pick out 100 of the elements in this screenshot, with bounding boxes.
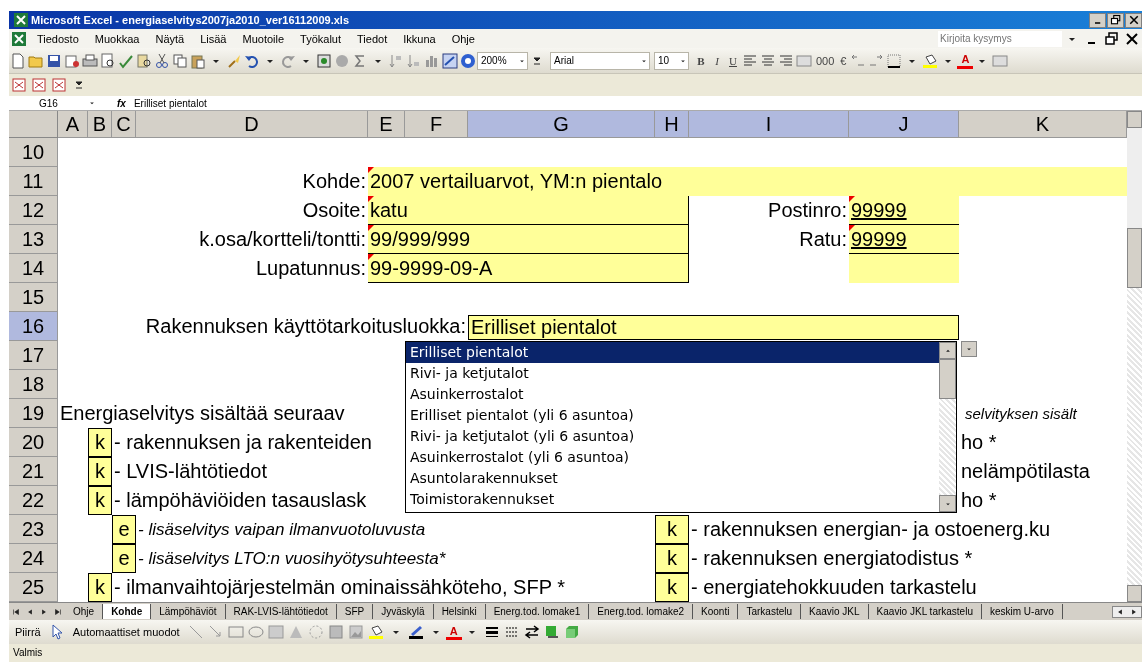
sheet-icon[interactable]	[51, 77, 67, 93]
list-option[interactable]: Asuntolarakennukset	[406, 468, 939, 489]
select-all-corner[interactable]	[9, 111, 58, 138]
column-header[interactable]: H	[655, 111, 689, 138]
list-option[interactable]: Rivi- ja ketjutalot	[406, 363, 939, 384]
number-format-button[interactable]: 000	[813, 51, 838, 70]
font-color-button[interactable]: A	[445, 624, 462, 640]
name-box[interactable]: G16	[9, 95, 99, 111]
autoshapes-menu[interactable]: Automaattiset muodot	[66, 626, 186, 638]
menu-item[interactable]: Muokkaa	[86, 32, 148, 45]
row-header[interactable]: 20	[9, 428, 58, 457]
row-header[interactable]: 23	[9, 515, 58, 544]
restore-icon[interactable]	[1104, 30, 1120, 47]
column-header[interactable]: J	[849, 111, 959, 138]
font-size-field[interactable]: 10	[654, 51, 689, 70]
line-style-icon[interactable]	[483, 624, 500, 640]
scroll-thumb[interactable]	[1127, 228, 1142, 288]
menu-item[interactable]: Ohje	[443, 32, 483, 45]
column-header[interactable]: G	[468, 111, 655, 138]
row-header[interactable]: 25	[9, 573, 58, 602]
excel-app-icon[interactable]	[13, 12, 29, 28]
column-header[interactable]: F	[405, 111, 468, 138]
format-button[interactable]: U	[725, 51, 741, 70]
horizontal-scrollbar[interactable]	[1112, 605, 1142, 618]
zoom-field[interactable]: 200%	[477, 51, 528, 70]
link-cell[interactable]: 99999	[849, 225, 959, 254]
list-option[interactable]: Toimistorakennukset	[406, 489, 939, 510]
sheet-tab[interactable]: Tarkastelu	[738, 604, 801, 619]
menu-item[interactable]: Työkalut	[292, 32, 350, 45]
font-color-button[interactable]: A	[957, 52, 974, 69]
column-header[interactable]: I	[689, 111, 849, 138]
sheet-tab[interactable]: Jyväskylä	[373, 604, 434, 619]
column-header[interactable]: A	[58, 111, 88, 138]
sheet-tab[interactable]: Energ.tod. lomake2	[589, 604, 694, 619]
row-header[interactable]: 16	[9, 312, 58, 341]
print-preview-icon[interactable]	[100, 52, 116, 69]
scrollbar[interactable]	[939, 342, 956, 512]
menu-item[interactable]: Muotoile	[234, 32, 293, 45]
sheet-icon[interactable]	[31, 77, 47, 93]
row-header[interactable]: 10	[9, 138, 58, 167]
line-color-icon[interactable]	[407, 624, 424, 640]
list-option[interactable]: Erilliset pientalot	[406, 342, 939, 363]
sheet-tab[interactable]: Kaavio JKL	[801, 604, 869, 619]
column-header[interactable]: B	[88, 111, 112, 138]
sheet-tab[interactable]: SFP	[336, 604, 374, 619]
clip-art-icon[interactable]	[327, 624, 344, 640]
formula-field[interactable]: Erilliset pientalot	[133, 97, 207, 109]
oval-icon[interactable]	[247, 624, 264, 640]
list-option[interactable]: Erilliset pientalot (yli 6 asuntoa)	[406, 405, 939, 426]
link-cell[interactable]: 99999	[849, 196, 959, 225]
help-icon[interactable]	[460, 52, 476, 69]
clipboard-icon[interactable]	[190, 52, 206, 69]
merge-cells-icon[interactable]	[992, 52, 1009, 69]
row-header[interactable]: 17	[9, 341, 58, 370]
scroll-up-button[interactable]	[1127, 111, 1142, 128]
last-sheet-icon[interactable]	[53, 606, 63, 617]
borders-icon[interactable]	[886, 52, 903, 69]
align-left-icon[interactable]	[742, 52, 758, 69]
row-header[interactable]: 18	[9, 370, 58, 399]
scissors-icon[interactable]	[154, 52, 170, 69]
row-header[interactable]: 13	[9, 225, 58, 254]
list-option[interactable]: Rivi- ja ketjutalot (yli 6 asuntoa)	[406, 426, 939, 447]
menu-item[interactable]: Ikkuna	[395, 32, 444, 45]
column-header[interactable]: C	[112, 111, 136, 138]
sheet-tab[interactable]: keskim U-arvo	[981, 604, 1063, 619]
number-format-button[interactable]: €	[837, 51, 850, 70]
research-icon[interactable]	[136, 52, 152, 69]
first-sheet-icon[interactable]	[11, 606, 21, 617]
column-header[interactable]: E	[368, 111, 405, 138]
column-header[interactable]: D	[136, 111, 368, 138]
menu-item[interactable]: Näytä	[147, 32, 193, 45]
drawing-icon[interactable]	[442, 52, 458, 69]
format-button[interactable]: B	[693, 51, 709, 70]
merge-cells-icon[interactable]	[796, 52, 812, 69]
list-option[interactable]: Asuinkerrostalot (yli 6 asuntoa)	[406, 447, 939, 468]
list-option[interactable]: Asuinkerrostalot	[406, 384, 939, 405]
row-header[interactable]: 22	[9, 486, 58, 515]
align-center-icon[interactable]	[760, 52, 776, 69]
shadow-icon[interactable]	[543, 624, 560, 640]
sheet-tab[interactable]: Energ.tod. lomake1	[485, 604, 590, 619]
menu-item[interactable]: Lisää	[192, 32, 235, 45]
align-right-icon[interactable]	[778, 52, 794, 69]
dash-style-icon[interactable]	[503, 624, 520, 640]
permission-icon[interactable]	[64, 52, 80, 69]
fill-color-icon[interactable]	[367, 624, 384, 640]
arrow-icon[interactable]	[207, 624, 224, 640]
new-document-icon[interactable]	[10, 52, 26, 69]
row-header[interactable]: 15	[9, 283, 58, 312]
line-icon[interactable]	[187, 624, 204, 640]
printer-icon[interactable]	[82, 52, 98, 69]
column-header[interactable]: K	[959, 111, 1127, 138]
sheet-tab[interactable]: Kohde	[103, 604, 152, 619]
function-label[interactable]: fx	[99, 97, 134, 109]
workbook-icon[interactable]	[11, 30, 27, 47]
copy-icon[interactable]	[172, 52, 188, 69]
draw-menu[interactable]: Piirrä	[9, 626, 47, 638]
dropdown-cell[interactable]: Erilliset pientalot	[468, 315, 959, 340]
sheet-tab[interactable]: RAK-LVIS-lähtötiedot	[225, 604, 337, 619]
sheet-tab[interactable]: Lämpöhäviöt	[151, 604, 226, 619]
fill-color-icon[interactable]	[922, 52, 939, 69]
